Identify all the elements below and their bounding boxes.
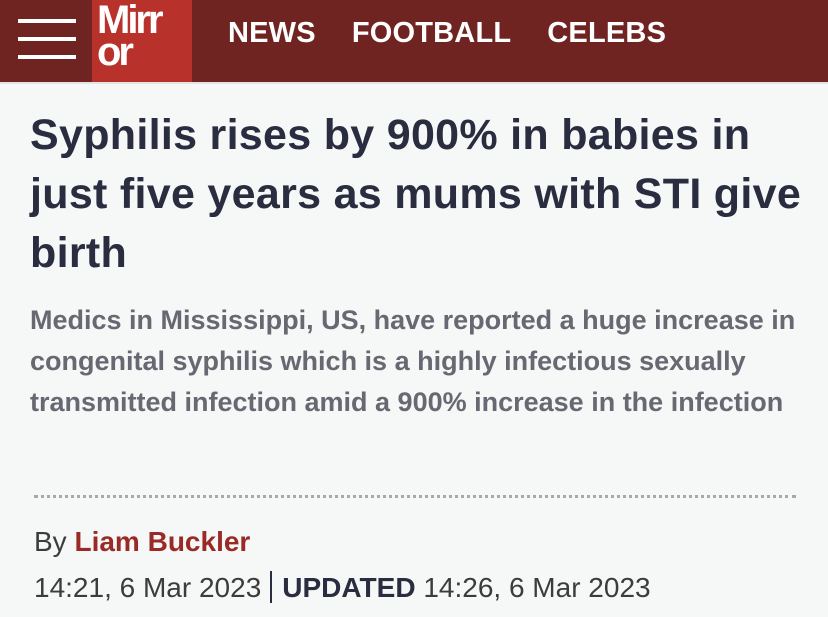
- published-time: 14:21, 6 Mar 2023: [34, 572, 262, 603]
- nav-item-football[interactable]: FOOTBALL: [352, 16, 511, 50]
- site-header: Mirr or NEWS FOOTBALL CELEBS: [0, 0, 828, 82]
- date-separator: [270, 571, 273, 603]
- menu-bar: [18, 19, 76, 23]
- byline-prefix: By: [34, 526, 67, 557]
- dotted-divider: [34, 495, 796, 498]
- nav-item-news[interactable]: NEWS: [228, 16, 316, 50]
- menu-bar: [18, 55, 76, 59]
- updated-time: 14:26, 6 Mar 2023: [423, 572, 651, 603]
- header-divider: [0, 82, 828, 84]
- author-link[interactable]: Liam Buckler: [74, 526, 250, 557]
- main-nav: NEWS FOOTBALL CELEBS: [228, 16, 666, 50]
- hamburger-menu-icon[interactable]: [14, 14, 78, 64]
- mirror-logo[interactable]: Mirr or: [92, 0, 192, 82]
- menu-bar: [18, 37, 76, 41]
- article-standfirst: Medics in Mississippi, US, have reported…: [30, 305, 796, 417]
- article-dates: 14:21, 6 Mar 2023 UPDATED 14:26, 6 Mar 20…: [34, 570, 651, 606]
- nav-item-celebs[interactable]: CELEBS: [547, 16, 666, 50]
- byline: By Liam Buckler: [34, 524, 250, 560]
- updated-label: UPDATED: [282, 572, 416, 603]
- article-headline: Syphilis rises by 900% in babies in just…: [30, 111, 802, 277]
